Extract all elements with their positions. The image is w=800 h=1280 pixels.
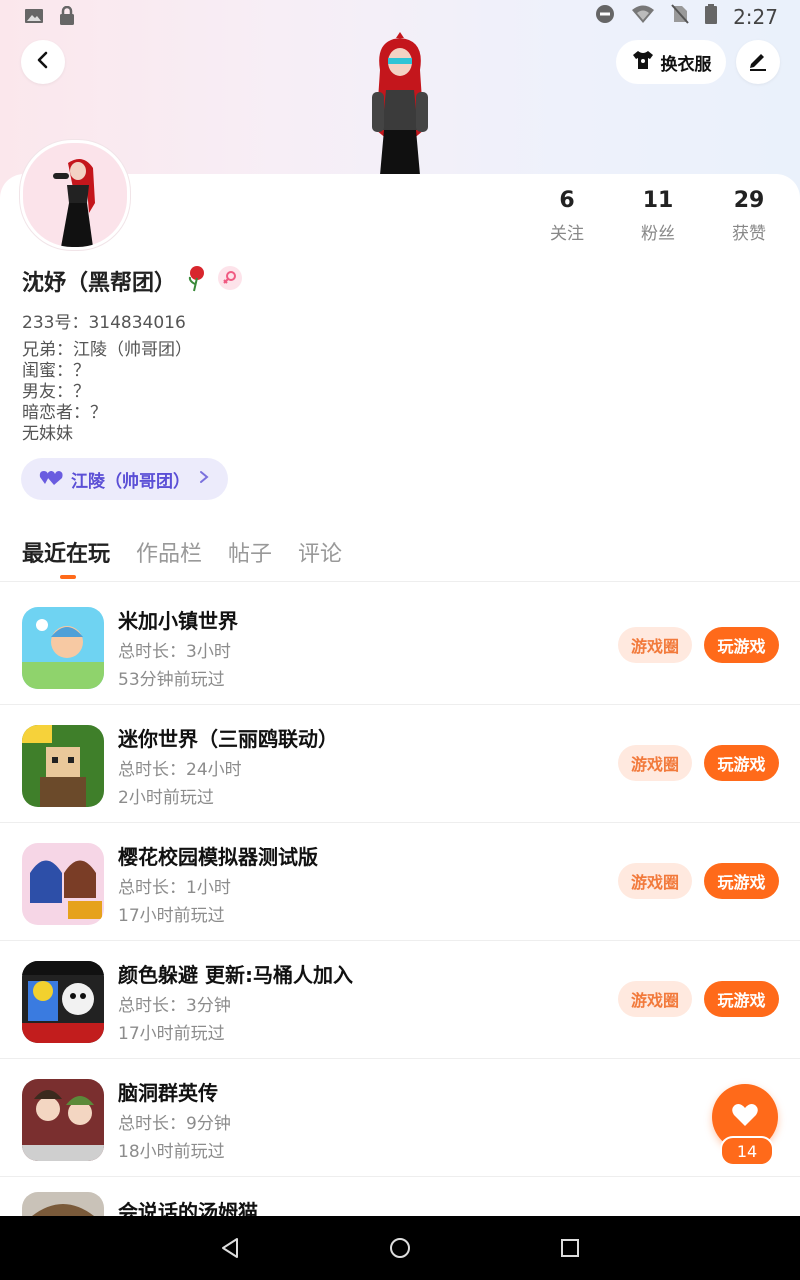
game-title: 米加小镇世界	[118, 609, 238, 633]
clock-time: 2:27	[733, 4, 778, 29]
recent-games-list: 米加小镇世界 总时长：3小时 53分钟前玩过 游戏圈 玩游戏 迷你世界（三丽鸥联…	[0, 587, 800, 1177]
game-last-played: 17小时前玩过	[118, 1024, 225, 1044]
tabs-divider	[0, 581, 800, 582]
game-icon	[22, 961, 104, 1043]
rose-badge-icon	[184, 264, 210, 298]
game-circle-button[interactable]: 游戏圈	[618, 981, 692, 1017]
profile-name-row: 沈妤（黑帮团）	[22, 264, 243, 298]
game-row[interactable]: 颜色躲避 更新:马桶人加入 总时长：3分钟 17小时前玩过 游戏圈 玩游戏	[0, 941, 800, 1059]
tab-comments[interactable]: 评论	[298, 536, 342, 568]
stat-following[interactable]: 6 关注	[527, 188, 607, 244]
game-title: 脑洞群英传	[118, 1081, 218, 1105]
nav-back-button[interactable]	[216, 1234, 244, 1262]
stat-number: 6	[559, 188, 575, 213]
game-icon	[22, 607, 104, 689]
back-button[interactable]	[21, 40, 65, 84]
stat-followers[interactable]: 11 粉丝	[618, 188, 698, 244]
bio-line: 兄弟：江陵（帅哥团）	[22, 340, 192, 360]
wifi-icon	[631, 4, 655, 29]
pen-icon	[747, 49, 769, 75]
like-count-badge: 14	[720, 1136, 774, 1166]
stat-number: 11	[642, 188, 674, 213]
bio-line: 暗恋者：？	[22, 403, 107, 423]
bio-line: 闺蜜：？	[22, 361, 90, 381]
profile-tabs: 最近在玩 作品栏 帖子 评论	[22, 536, 342, 579]
game-title: 迷你世界（三丽鸥联动）	[118, 727, 338, 751]
tab-recently-played[interactable]: 最近在玩	[22, 536, 110, 579]
nav-recents-button[interactable]	[556, 1234, 584, 1262]
chevron-left-icon	[33, 50, 53, 74]
tab-works[interactable]: 作品栏	[136, 536, 202, 568]
change-outfit-button[interactable]: 换衣服	[616, 40, 726, 84]
stat-label: 获赞	[732, 224, 766, 244]
profile-name: 沈妤（黑帮团）	[22, 271, 177, 296]
chevron-right-icon	[198, 467, 210, 492]
game-circle-button[interactable]: 游戏圈	[618, 863, 692, 899]
stat-label: 关注	[550, 224, 584, 244]
nav-home-button[interactable]	[386, 1234, 414, 1262]
game-last-played: 2小时前玩过	[118, 788, 214, 808]
game-duration: 总时长：3分钟	[118, 996, 231, 1016]
game-duration: 总时长：1小时	[118, 878, 231, 898]
double-heart-icon	[39, 468, 63, 491]
game-icon	[22, 1192, 104, 1216]
status-bar: 2:27	[0, 0, 800, 34]
game-icon	[22, 725, 104, 807]
lock-icon	[58, 5, 76, 31]
avatar[interactable]	[20, 140, 130, 250]
heart-icon	[731, 1102, 759, 1132]
tab-posts[interactable]: 帖子	[228, 536, 272, 568]
system-navigation-bar	[0, 1216, 800, 1280]
game-duration: 总时长：9分钟	[118, 1114, 231, 1134]
game-row[interactable]: 米加小镇世界 总时长：3小时 53分钟前玩过 游戏圈 玩游戏	[0, 587, 800, 705]
no-sim-icon	[671, 4, 689, 29]
game-last-played: 18小时前玩过	[118, 1142, 225, 1162]
game-title: 樱花校园模拟器测试版	[118, 845, 318, 869]
game-duration: 总时长：3小时	[118, 642, 231, 662]
game-row[interactable]: 迷你世界（三丽鸥联动） 总时长：24小时 2小时前玩过 游戏圈 玩游戏	[0, 705, 800, 823]
game-icon	[22, 843, 104, 925]
stat-label: 粉丝	[641, 224, 675, 244]
relation-label: 江陵（帅哥团）	[71, 471, 190, 492]
change-outfit-label: 换衣服	[660, 54, 712, 75]
play-game-button[interactable]: 玩游戏	[704, 627, 779, 663]
avatar-3d-figure[interactable]	[350, 30, 450, 175]
game-circle-button[interactable]: 游戏圈	[618, 627, 692, 663]
tshirt-icon	[631, 49, 655, 76]
game-duration: 总时长：24小时	[118, 760, 242, 780]
battery-icon	[705, 4, 718, 29]
play-game-button[interactable]: 玩游戏	[704, 981, 779, 1017]
game-last-played: 53分钟前玩过	[118, 670, 225, 690]
female-gender-icon	[218, 266, 243, 296]
play-game-button[interactable]: 玩游戏	[704, 745, 779, 781]
game-title: 颜色躲避 更新:马桶人加入	[118, 963, 353, 987]
bio-line: 男友：？	[22, 382, 90, 402]
edit-profile-button[interactable]	[736, 40, 780, 84]
image-icon	[24, 6, 44, 31]
user-id: 233号：314834016	[22, 313, 186, 333]
bio: 兄弟：江陵（帅哥团） 闺蜜：？ 男友：？ 暗恋者：？ 无妹妹	[22, 340, 192, 445]
stat-number: 29	[733, 188, 765, 213]
bio-line: 无妹妹	[22, 424, 73, 444]
stat-likes[interactable]: 29 获赞	[709, 188, 789, 244]
game-row[interactable]: 脑洞群英传 总时长：9分钟 18小时前玩过	[0, 1059, 800, 1177]
game-circle-button[interactable]: 游戏圈	[618, 745, 692, 781]
play-game-button[interactable]: 玩游戏	[704, 863, 779, 899]
game-last-played: 17小时前玩过	[118, 906, 225, 926]
game-row[interactable]: 樱花校园模拟器测试版 总时长：1小时 17小时前玩过 游戏圈 玩游戏	[0, 823, 800, 941]
do-not-disturb-icon	[595, 4, 615, 29]
game-icon	[22, 1079, 104, 1161]
relation-chip[interactable]: 江陵（帅哥团）	[21, 458, 228, 500]
